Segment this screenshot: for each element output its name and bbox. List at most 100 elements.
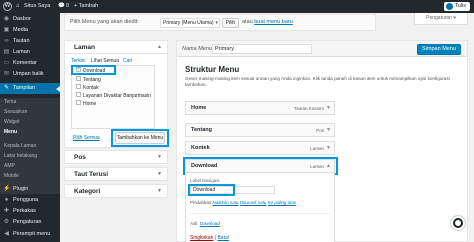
remove-link[interactable]: Singkirkan bbox=[190, 235, 213, 241]
create-new-menu-link[interactable]: buat menu baru bbox=[254, 19, 293, 25]
account-label: Tulis bbox=[454, 3, 466, 9]
sidebar-item-users[interactable]: ● Pengguna bbox=[0, 195, 60, 206]
sidebar-item-comments[interactable]: ▭ Komentar bbox=[0, 58, 60, 69]
add-menu-items-panel: Laman ▲ Terkini Lihat Semua Cari Downloa… bbox=[64, 40, 169, 200]
submenu-themes[interactable]: Tema bbox=[0, 98, 60, 107]
page-option-kontak[interactable]: Kontak bbox=[76, 84, 99, 92]
comments-icon[interactable]: 💬 bbox=[58, 0, 65, 13]
comment-bubble-icon: ▭ bbox=[3, 60, 10, 66]
cancel-link[interactable]: Batal bbox=[217, 235, 228, 241]
new-content-link[interactable]: + Tambah bbox=[74, 0, 98, 13]
pages-section-body: Terkini Lihat Semua Cari Download Tentan… bbox=[64, 54, 169, 148]
expand-arrow-icon[interactable]: ▼ bbox=[157, 168, 162, 181]
wordpress-logo-icon[interactable]: W bbox=[3, 2, 12, 11]
admin-bar: W ⌂ Situs Saya 💬 0 + Tambah Tulis bbox=[0, 0, 474, 13]
page-option-layanan[interactable]: Layanan Divaktar Banjarmasin bbox=[76, 92, 151, 100]
submenu-header[interactable]: Kepala Laman bbox=[0, 142, 60, 151]
page-option-home[interactable]: Home bbox=[76, 100, 96, 108]
sidebar-item-appearance[interactable]: ✎ Tampilan bbox=[0, 83, 60, 94]
select-menu-label: Pilih Menu yang akan diedit: bbox=[70, 19, 139, 25]
avatar-icon bbox=[445, 3, 453, 10]
menu-item-settings: Label Navigasi Download Pindahkan Naikka… bbox=[185, 173, 335, 242]
sidebar-item-tools[interactable]: ✚ Perkakas bbox=[0, 206, 60, 217]
checkbox[interactable] bbox=[76, 100, 81, 106]
highlight-box bbox=[71, 65, 116, 75]
save-menu-button[interactable]: Simpan Menu bbox=[417, 44, 461, 55]
select-all-link[interactable]: Pilih Semua bbox=[73, 135, 100, 141]
expand-arrow-icon[interactable]: ▼ bbox=[326, 127, 331, 133]
move-down-link[interactable]: Diturunk satu bbox=[240, 200, 267, 205]
plugins-icon: ⚡ bbox=[3, 186, 11, 192]
menu-header: Nama Menu Primary Simpan Menu bbox=[177, 41, 467, 57]
accessibility-fab-icon[interactable] bbox=[451, 216, 465, 230]
move-top-link[interactable]: Ke paling atas bbox=[268, 200, 297, 205]
menu-select-dropdown[interactable]: Primary (Menu Utama) bbox=[160, 18, 220, 28]
original-link[interactable]: Download bbox=[200, 221, 220, 226]
submenu-mobile[interactable]: Mobile bbox=[0, 172, 60, 181]
submenu-background[interactable]: Latar belakang bbox=[0, 152, 60, 161]
expand-arrow-icon[interactable]: ▼ bbox=[326, 105, 331, 111]
sidebar-item-settings[interactable]: ⚙ Pengaturan bbox=[0, 217, 60, 228]
sidebar-item-links[interactable]: ∞ Tautan bbox=[0, 36, 60, 47]
expand-arrow-icon[interactable]: ▼ bbox=[157, 151, 162, 164]
menu-name-label: Nama Menu bbox=[182, 46, 212, 52]
wrench-icon: ✚ bbox=[3, 208, 10, 214]
menu-item-kontek[interactable]: Kontek Laman ▼ bbox=[185, 141, 335, 155]
menu-structure-title: Struktur Menu bbox=[185, 65, 240, 74]
feedback-icon: ✉ bbox=[3, 71, 10, 77]
appearance-icon: ✎ bbox=[3, 85, 10, 91]
site-name-link[interactable]: Situs Saya bbox=[24, 0, 50, 13]
submenu-customize[interactable]: Sesuaikan bbox=[0, 108, 60, 117]
account-menu[interactable]: Tulis bbox=[443, 2, 470, 11]
categories-section-header[interactable]: Kategori ▼ bbox=[64, 184, 168, 198]
pages-section-header[interactable]: Laman ▲ bbox=[64, 40, 168, 54]
checkbox[interactable] bbox=[76, 84, 81, 90]
home-icon[interactable]: ⌂ bbox=[16, 0, 19, 13]
dashboard-icon: ◉ bbox=[3, 16, 10, 22]
submenu-widgets[interactable]: Widget bbox=[0, 118, 60, 127]
sidebar-item-plugins[interactable]: ⚡ Plugin bbox=[0, 184, 60, 195]
comments-count[interactable]: 0 bbox=[66, 0, 69, 13]
menu-item-home[interactable]: Home Tautan Kustom ▼ bbox=[185, 101, 335, 115]
links-icon: ∞ bbox=[4, 38, 9, 44]
expand-arrow-icon[interactable]: ▼ bbox=[326, 145, 331, 151]
divider bbox=[190, 213, 330, 214]
navigation-label-caption: Label Navigasi bbox=[190, 178, 220, 183]
item-actions: Singkirkan | Batal bbox=[190, 235, 229, 241]
move-links: Pindahkan Naikkan satu Diturunk satu Ke … bbox=[190, 200, 297, 205]
move-up-link[interactable]: Naikkan satu bbox=[213, 200, 239, 205]
admin-sidebar: ◉ Dasbor ▣ Media ∞ Tautan ▤ Laman ▭ Komentar … bbox=[0, 13, 60, 242]
menu-item-tentang[interactable]: Tentang Pos ▼ bbox=[185, 123, 335, 137]
page-option-tentang[interactable]: Tentang bbox=[76, 76, 101, 84]
menu-structure-description: Geser masing-masing item sesuai urutan y… bbox=[185, 76, 450, 87]
tab-view-all[interactable]: Lihat Semua bbox=[91, 58, 119, 64]
select-menu-button[interactable]: Pilih bbox=[222, 18, 239, 28]
custom-links-section-header[interactable]: Taut Terusi ▼ bbox=[64, 167, 168, 181]
sidebar-item-dashboard[interactable]: ◉ Dasbor bbox=[0, 14, 60, 25]
posts-section-header[interactable]: Pos ▼ bbox=[64, 150, 168, 164]
checkbox[interactable] bbox=[76, 92, 81, 98]
highlight-box bbox=[111, 129, 169, 147]
tab-search[interactable]: Cari bbox=[123, 58, 132, 64]
submenu-amp[interactable]: AMP bbox=[0, 162, 60, 171]
menu-structure-panel: Nama Menu Primary Simpan Menu Struktur M… bbox=[176, 40, 468, 242]
menu-name-input[interactable]: Primary bbox=[212, 44, 312, 54]
original-link-row: Asli: Download bbox=[190, 221, 220, 226]
sidebar-item-feedback[interactable]: ✉ Umpan balik bbox=[0, 69, 60, 80]
users-icon: ● bbox=[4, 197, 9, 203]
expand-arrow-icon[interactable]: ▼ bbox=[157, 185, 162, 198]
appearance-submenu: Tema Sesuaikan Widget Menu Kepala Laman … bbox=[0, 98, 60, 194]
collapse-arrow-icon[interactable]: ▲ bbox=[157, 41, 162, 54]
media-icon: ▣ bbox=[3, 27, 10, 33]
sidebar-collapse-menu[interactable]: ◀ Perampit menu bbox=[0, 229, 60, 240]
manage-menus-bar: Pilih Menu yang akan diedit: Primary (Me… bbox=[64, 14, 376, 31]
checkbox[interactable] bbox=[76, 76, 81, 82]
sidebar-item-pages[interactable]: ▤ Laman bbox=[0, 47, 60, 58]
pages-icon: ▤ bbox=[3, 49, 10, 55]
collapse-icon: ◀ bbox=[4, 231, 9, 237]
highlight-box bbox=[188, 184, 235, 196]
tab-recent[interactable]: Terkini bbox=[71, 58, 85, 64]
screen-options-tab[interactable]: Pengaturan ▾ bbox=[414, 13, 468, 25]
sidebar-item-media[interactable]: ▣ Media bbox=[0, 25, 60, 36]
submenu-menus[interactable]: Menu bbox=[0, 128, 60, 137]
